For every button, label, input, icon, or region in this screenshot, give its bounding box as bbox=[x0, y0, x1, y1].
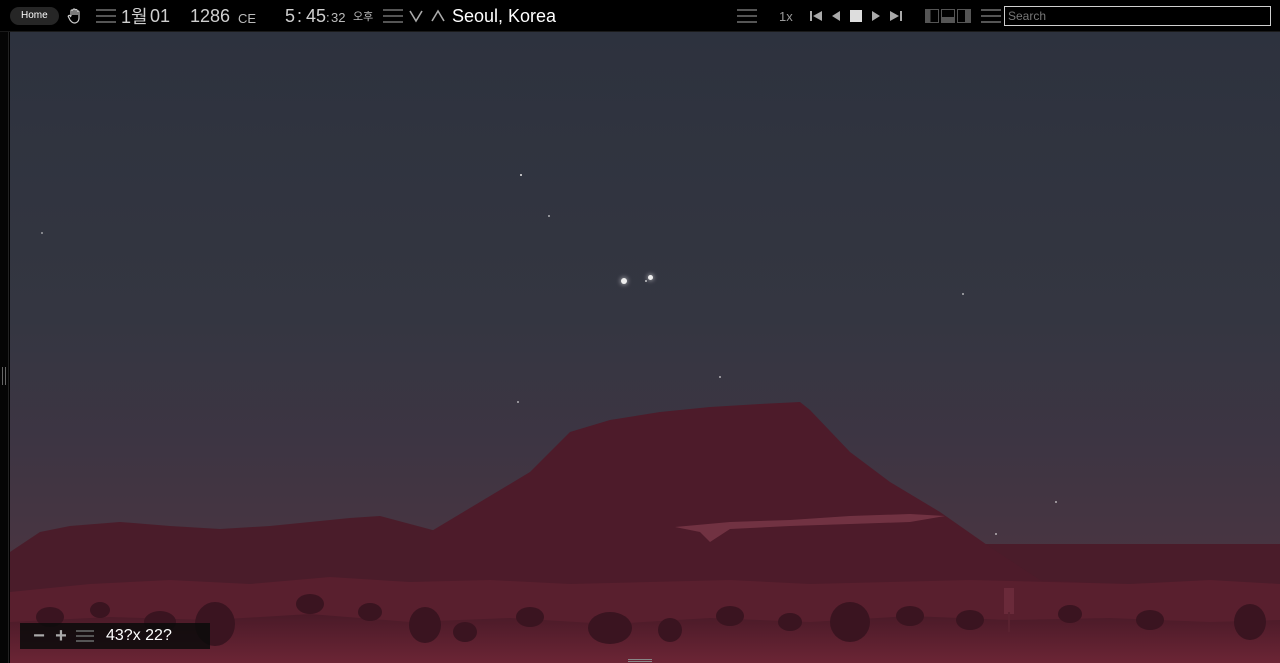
sky-view[interactable] bbox=[10, 32, 1280, 663]
era-field[interactable]: CE bbox=[238, 2, 256, 34]
bottom-panel-handle[interactable] bbox=[628, 659, 652, 662]
date-menu-icon[interactable] bbox=[96, 0, 116, 32]
side-panel-edge bbox=[0, 32, 9, 663]
time-menu-icon[interactable] bbox=[383, 0, 403, 32]
side-panel-handle[interactable] bbox=[2, 367, 6, 385]
toolbar: Home 1월 01 1286 CE 5 : 45 : 32 오후 Seoul,… bbox=[0, 0, 1280, 32]
month-field[interactable]: 1월 bbox=[121, 0, 148, 32]
layout-panels-icon[interactable] bbox=[925, 0, 971, 32]
settings-menu-icon[interactable] bbox=[981, 0, 1001, 32]
stop-icon[interactable] bbox=[850, 0, 862, 32]
chevron-up-icon[interactable] bbox=[431, 0, 445, 32]
fov-menu-icon[interactable] bbox=[76, 630, 94, 642]
home-button[interactable]: Home bbox=[10, 7, 59, 25]
rate-label[interactable]: 1x bbox=[779, 0, 793, 32]
play-icon[interactable] bbox=[871, 0, 881, 32]
zoom-in-button[interactable]: + bbox=[50, 626, 72, 646]
hour-field[interactable]: 5 bbox=[285, 0, 295, 32]
zoom-out-button[interactable]: − bbox=[28, 626, 50, 646]
hand-icon[interactable] bbox=[66, 0, 84, 32]
fov-readout: 43?x 22? bbox=[106, 627, 172, 644]
chevron-down-icon[interactable] bbox=[409, 0, 423, 32]
ampm-field[interactable]: 오후 bbox=[353, 0, 373, 32]
location-label[interactable]: Seoul, Korea bbox=[452, 0, 556, 32]
rate-menu-icon[interactable] bbox=[737, 0, 757, 32]
step-back-icon[interactable] bbox=[831, 0, 841, 32]
time-colon-2: : bbox=[326, 9, 330, 25]
year-field[interactable]: 1286 bbox=[190, 0, 230, 32]
search-input[interactable] bbox=[1004, 6, 1271, 26]
day-field[interactable]: 01 bbox=[150, 0, 170, 32]
second-field[interactable]: 32 bbox=[331, 1, 345, 33]
minute-field[interactable]: 45 bbox=[306, 0, 326, 32]
skip-back-icon[interactable] bbox=[809, 0, 823, 32]
time-colon: : bbox=[297, 5, 303, 26]
skip-forward-icon[interactable] bbox=[889, 0, 903, 32]
landscape bbox=[10, 402, 1280, 663]
fov-panel: − + 43?x 22? bbox=[20, 623, 210, 649]
